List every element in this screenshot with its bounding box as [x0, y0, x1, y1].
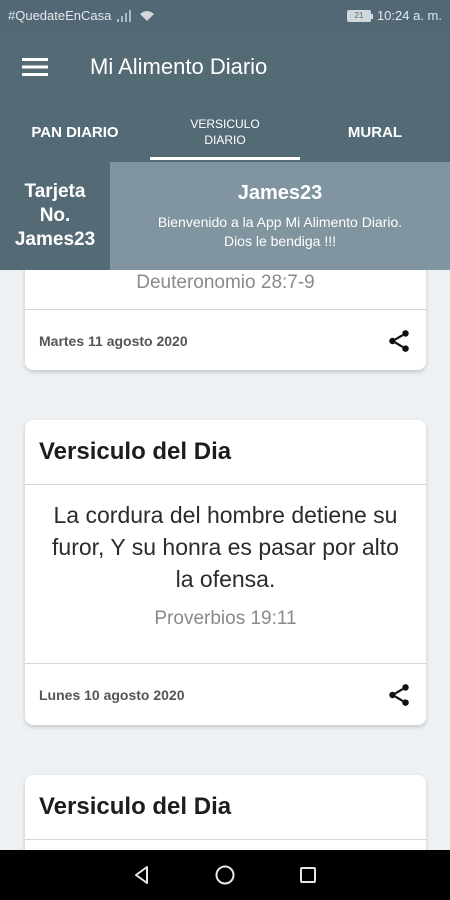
welcome-message-line2: Dios le bendiga !!! [223, 232, 337, 249]
verse-date: Martes 11 agosto 2020 [39, 332, 188, 349]
card-label-line1: Tarjeta [24, 181, 86, 202]
tab-mural[interactable]: MURAL [300, 102, 450, 162]
menu-button[interactable] [0, 31, 70, 102]
welcome-message-line1: Bienvenido a la App Mi Alimento Diario. [157, 213, 403, 230]
card-footer: Martes 11 agosto 2020 [25, 309, 426, 370]
verse-card: Versiculo del Dia La cordura del hombre … [25, 420, 426, 725]
card-title: Versiculo del Dia [25, 775, 426, 840]
status-bar: #QuedateEnCasa 21 10:24 a. m. [0, 0, 450, 31]
tab-label-line2: DIARIO [204, 133, 246, 147]
tab-label: PAN DIARIO [31, 123, 119, 141]
system-nav-bar [0, 850, 450, 900]
share-icon[interactable] [386, 328, 412, 354]
tab-label-line1: VERSICULO [190, 117, 260, 131]
tab-pan-diario[interactable]: PAN DIARIO [0, 102, 150, 162]
verse-reference: Deuteronomio 28:7-9 [136, 272, 315, 293]
signal-icon [117, 9, 133, 22]
card-number-panel: Tarjeta No. James23 [0, 162, 110, 270]
verse-reference: Proverbios 19:11 [154, 608, 297, 629]
verse-date: Lunes 10 agosto 2020 [39, 686, 185, 703]
app-title: Mi Alimento Diario [90, 53, 268, 79]
recents-icon[interactable] [297, 864, 319, 886]
card-number: James23 [14, 229, 96, 250]
welcome-banner: Tarjeta No. James23 James23 Bienvenido a… [0, 162, 450, 270]
share-icon[interactable] [386, 682, 412, 708]
card-footer: Lunes 10 agosto 2020 [25, 663, 426, 725]
back-icon[interactable] [131, 864, 153, 886]
hamburger-menu-icon [22, 57, 48, 76]
app-bar: Mi Alimento Diario [0, 31, 450, 102]
welcome-message-panel: James23 Bienvenido a la App Mi Alimento … [110, 162, 450, 270]
home-icon[interactable] [214, 864, 236, 886]
tab-bar: PAN DIARIO VERSICULO DIARIO MURAL [0, 102, 450, 162]
tab-versiculo-diario[interactable]: VERSICULO DIARIO [150, 102, 300, 162]
verse-text: La cordura del hombre detiene su furor, … [52, 502, 399, 592]
status-time: 10:24 a. m. [376, 8, 442, 23]
battery-icon: 21 [346, 9, 373, 22]
tab-label: MURAL [347, 123, 403, 141]
card-title: Versiculo del Dia [25, 420, 426, 485]
status-hashtag: #QuedateEnCasa [8, 8, 112, 23]
wifi-icon [140, 10, 155, 21]
card-label-line2: No. [39, 205, 71, 226]
user-name: James23 [237, 181, 323, 204]
